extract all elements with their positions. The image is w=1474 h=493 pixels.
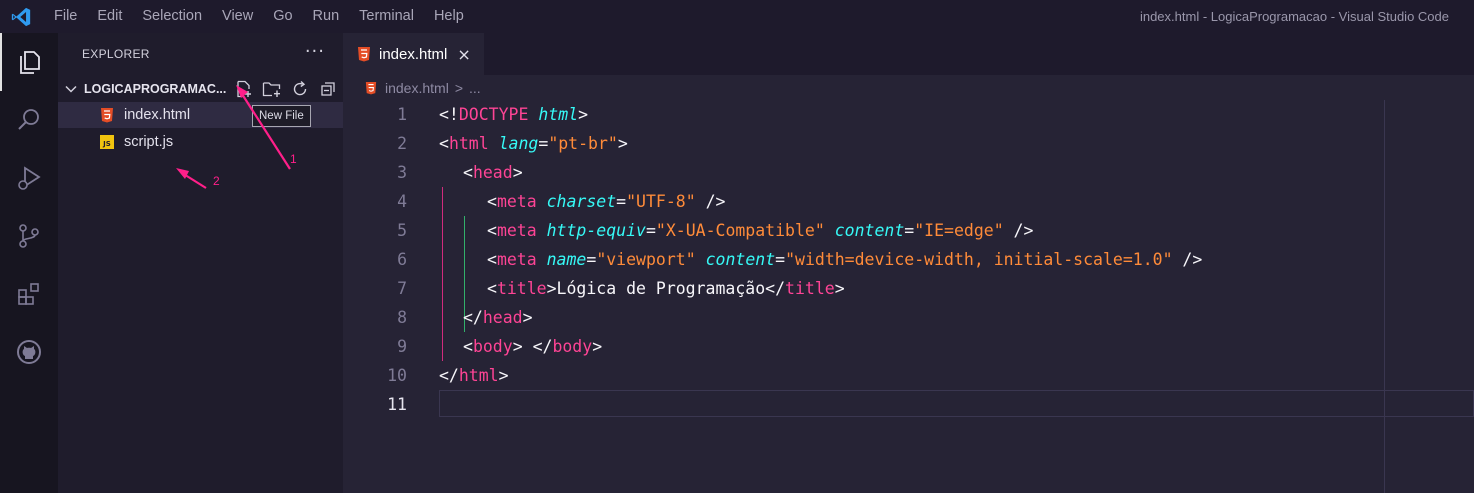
code-line: 10 </html> <box>343 361 1474 390</box>
activity-bar <box>0 33 58 493</box>
collapse-all-icon <box>321 82 335 96</box>
line-content: <title>Lógica de Programação</title> <box>487 279 845 298</box>
line-number: 3 <box>397 163 407 182</box>
svg-text:JS: JS <box>102 140 111 148</box>
html5-icon <box>358 47 370 62</box>
annotation-number-1: 1 <box>290 152 297 166</box>
line-number: 8 <box>397 308 407 327</box>
refresh-icon <box>293 80 307 96</box>
line-content: <meta http-equiv="X-UA-Compatible" conte… <box>487 221 1034 240</box>
extensions-icon <box>18 283 39 305</box>
menu-bar: File Edit Selection View Go Run Terminal… <box>44 0 474 33</box>
breadcrumb-separator: > <box>454 79 463 96</box>
code-line: 4 <meta charset="UTF-8" /> <box>343 187 1474 216</box>
breadcrumb-symbols[interactable]: ... <box>469 80 481 96</box>
menu-file[interactable]: File <box>44 0 87 33</box>
html5-icon <box>101 108 113 123</box>
code-line: 7 <title>Lógica de Programação</title> <box>343 274 1474 303</box>
explorer-icon <box>20 51 40 74</box>
line-number: 6 <box>397 250 407 269</box>
code-line: 8 </head> <box>343 303 1474 332</box>
new-folder-button[interactable] <box>258 78 286 100</box>
refresh-button[interactable] <box>286 78 314 100</box>
menu-edit[interactable]: Edit <box>87 0 132 33</box>
folder-name: LOGICAPROGRAMAC... <box>84 81 227 96</box>
line-number: 11 <box>387 395 407 414</box>
code-line: 2 <html lang="pt-br"> <box>343 129 1474 158</box>
code-line: 5 <meta http-equiv="X-UA-Compatible" con… <box>343 216 1474 245</box>
line-number: 10 <box>387 366 407 385</box>
search-icon <box>18 109 39 130</box>
tab-bar: index.html × <box>343 33 1474 75</box>
explorer-button[interactable] <box>0 33 58 91</box>
explorer-sidebar: EXPLORER ··· LOGICAPROGRAMAC... index.ht… <box>58 33 343 493</box>
tab-label: index.html <box>379 45 448 63</box>
line-content: <meta charset="UTF-8" /> <box>487 192 726 211</box>
line-content: <head> <box>463 163 523 182</box>
line-number: 4 <box>397 192 407 211</box>
source-control-button[interactable] <box>0 207 58 265</box>
new-file-icon <box>237 80 251 98</box>
line-content: <body> </body> <box>463 337 603 356</box>
menu-help[interactable]: Help <box>424 0 474 33</box>
code-line: 3 <head> <box>343 158 1474 187</box>
js-icon: JS <box>100 135 114 149</box>
line-content: <meta name="viewport" content="width=dev… <box>487 250 1203 269</box>
new-folder-icon <box>262 82 281 97</box>
source-control-icon <box>19 224 39 248</box>
line-number: 1 <box>397 105 407 124</box>
file-name: index.html <box>124 107 191 123</box>
line-content: <html lang="pt-br"> <box>439 134 628 153</box>
run-debug-icon <box>18 166 41 190</box>
chevron-down-icon <box>65 85 77 93</box>
github-button[interactable] <box>0 323 58 381</box>
line-content: <!DOCTYPE html> <box>439 105 589 124</box>
new-file-button[interactable] <box>230 78 258 100</box>
explorer-title: EXPLORER <box>82 47 150 61</box>
code-line: 11 <box>343 390 1474 419</box>
more-actions-icon[interactable]: ··· <box>305 41 325 62</box>
menu-go[interactable]: Go <box>263 0 302 33</box>
file-item-script-js[interactable]: JS script.js <box>58 129 343 155</box>
search-button[interactable] <box>0 91 58 149</box>
breadcrumb: index.html > ... <box>343 75 1474 100</box>
breadcrumb-file[interactable]: index.html <box>385 80 449 96</box>
file-name: script.js <box>124 134 174 150</box>
title-bar: File Edit Selection View Go Run Terminal… <box>0 0 1474 33</box>
window-title: index.html - LogicaProgramacao - Visual … <box>1139 9 1449 24</box>
vscode-logo-icon <box>11 7 31 26</box>
workspace-folder[interactable]: LOGICAPROGRAMAC... <box>58 76 343 101</box>
folder-actions <box>230 78 342 100</box>
new-file-tooltip: New File <box>252 105 311 127</box>
line-number: 9 <box>397 337 407 356</box>
code-line: 9 <body> </body> <box>343 332 1474 361</box>
tab-index-html[interactable]: index.html × <box>343 33 484 75</box>
menu-terminal[interactable]: Terminal <box>349 0 424 33</box>
menu-view[interactable]: View <box>212 0 263 33</box>
line-content: </head> <box>463 308 533 327</box>
annotation-number-2: 2 <box>213 174 220 188</box>
github-icon <box>17 340 41 364</box>
run-debug-button[interactable] <box>0 149 58 207</box>
editor-area: index.html × index.html > ... 1 <!DOCTYP… <box>343 33 1474 493</box>
code-line: 1 <!DOCTYPE html> <box>343 100 1474 129</box>
menu-run[interactable]: Run <box>303 0 350 33</box>
code-line: 6 <meta name="viewport" content="width=d… <box>343 245 1474 274</box>
close-icon[interactable]: × <box>457 45 470 64</box>
html5-icon <box>365 81 377 94</box>
line-number: 2 <box>397 134 407 153</box>
collapse-all-button[interactable] <box>314 78 342 100</box>
extensions-button[interactable] <box>0 265 58 323</box>
line-content: </html> <box>439 366 509 385</box>
line-number: 7 <box>397 279 407 298</box>
menu-selection[interactable]: Selection <box>132 0 212 33</box>
line-number: 5 <box>397 221 407 240</box>
